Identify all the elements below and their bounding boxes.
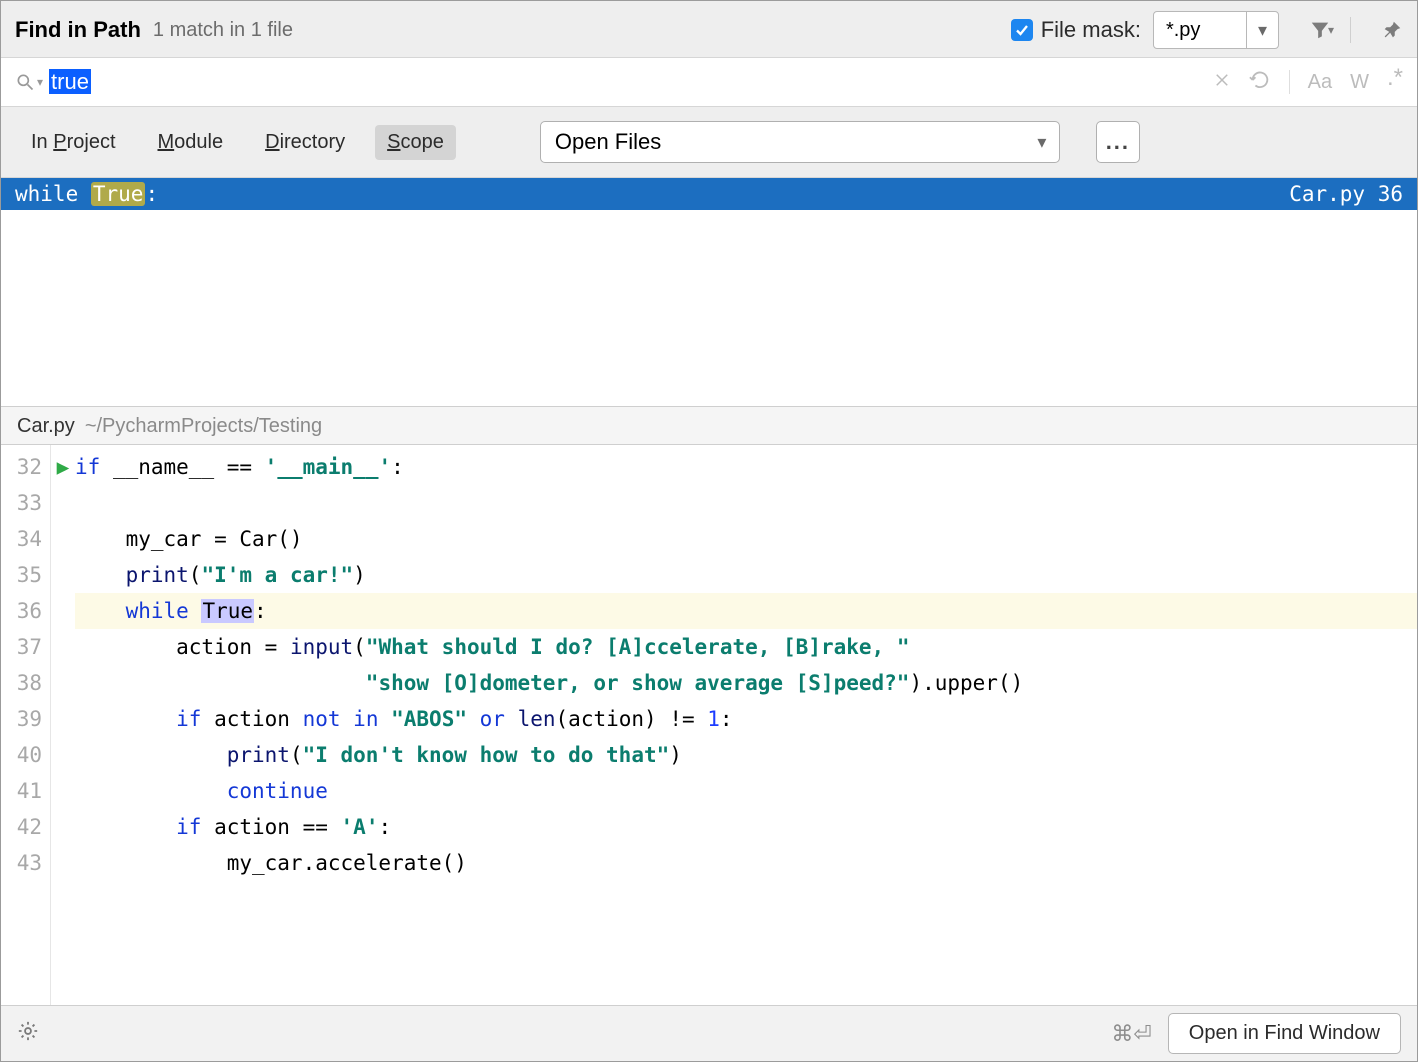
results-blank-area xyxy=(1,210,1417,406)
result-code: while True: xyxy=(15,182,1277,206)
file-mask-checkbox[interactable] xyxy=(1011,19,1033,41)
divider xyxy=(1350,17,1351,43)
dialog-title: Find in Path xyxy=(15,17,141,43)
footer: ⌘⏎ Open in Find Window xyxy=(1,1005,1417,1061)
line-gutter: 323334353637383940414243 xyxy=(1,445,51,1005)
open-in-find-window-button[interactable]: Open in Find Window xyxy=(1168,1013,1401,1054)
scope-tabs: In Project Module Directory Scope xyxy=(19,125,456,160)
match-case-toggle[interactable]: Aa xyxy=(1308,71,1332,94)
scope-row: In Project Module Directory Scope Open File… xyxy=(1,107,1417,177)
match-count: 1 match in 1 file xyxy=(153,19,293,42)
result-row[interactable]: while True: Car.py 36 xyxy=(1,178,1417,210)
code-body: if __name__ == '__main__': my_car = Car(… xyxy=(75,445,1417,1005)
preview-filepath: ~/PycharmProjects/Testing xyxy=(85,415,322,438)
scope-ellipsis-button[interactable]: ... xyxy=(1096,121,1140,163)
scope-tab-scope[interactable]: Scope xyxy=(375,125,456,160)
search-query: true xyxy=(49,69,91,94)
preview-header: Car.py ~/PycharmProjects/Testing xyxy=(1,406,1417,445)
scope-tab-directory[interactable]: Directory xyxy=(253,125,357,160)
search-row: ▾ true Aa W .* xyxy=(1,57,1417,107)
regex-toggle[interactable]: .* xyxy=(1387,64,1403,92)
search-icon[interactable]: ▾ xyxy=(15,72,43,92)
file-mask-label: File mask: xyxy=(1041,17,1141,43)
code-preview[interactable]: 323334353637383940414243 ▶ if __name__ =… xyxy=(1,445,1417,1005)
results-list: while True: Car.py 36 xyxy=(1,177,1417,406)
search-input[interactable]: true xyxy=(49,69,1213,95)
history-icon[interactable] xyxy=(1249,69,1271,96)
shortcut-hint: ⌘⏎ xyxy=(1111,1021,1151,1047)
scope-dropdown[interactable]: Open Files ▾ xyxy=(540,121,1060,163)
run-marks: ▶ xyxy=(51,445,75,1005)
words-toggle[interactable]: W xyxy=(1350,71,1369,94)
result-file: Car.py 36 xyxy=(1289,182,1403,206)
file-mask-input[interactable]: *.py ▾ xyxy=(1153,11,1279,49)
scope-tab-in-project[interactable]: In Project xyxy=(19,125,128,160)
preview-filename: Car.py xyxy=(17,415,75,438)
clear-icon[interactable] xyxy=(1213,71,1231,94)
gear-icon[interactable] xyxy=(17,1020,39,1048)
title-bar: Find in Path 1 match in 1 file File mask… xyxy=(1,1,1417,57)
filter-icon[interactable]: ▾ xyxy=(1309,19,1334,41)
chevron-down-icon: ▾ xyxy=(1025,132,1059,153)
scope-dropdown-value: Open Files xyxy=(541,129,1025,155)
scope-tab-module[interactable]: Module xyxy=(146,125,236,160)
pin-icon[interactable] xyxy=(1381,19,1403,41)
file-mask-value: *.py xyxy=(1154,19,1246,42)
file-mask-dropdown-icon[interactable]: ▾ xyxy=(1246,12,1278,48)
